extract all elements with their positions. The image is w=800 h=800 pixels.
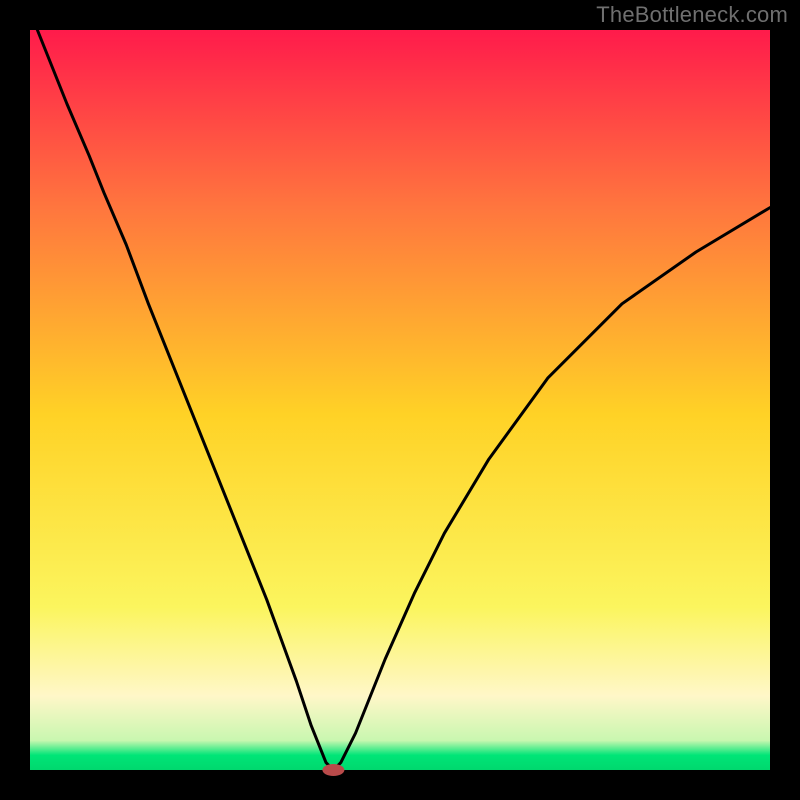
chart-plot-area: [30, 30, 770, 770]
chart-svg: [0, 0, 800, 800]
watermark-text: TheBottleneck.com: [596, 2, 788, 28]
chart-container: TheBottleneck.com: [0, 0, 800, 800]
optimal-point-marker: [322, 764, 344, 776]
